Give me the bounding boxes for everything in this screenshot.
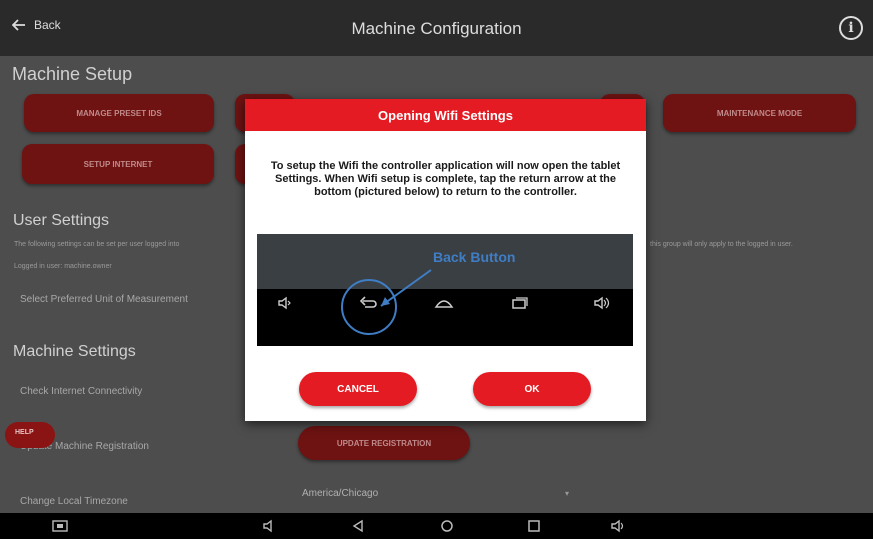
user-settings-description: The following settings can be set per us…	[14, 241, 180, 248]
info-icon[interactable]: i	[839, 16, 863, 40]
app-header: Back Machine Configuration i	[0, 0, 873, 56]
timezone-label: Change Local Timezone	[20, 496, 128, 507]
home-icon	[434, 300, 454, 308]
screenshot-icon[interactable]	[52, 519, 68, 533]
volume-up-icon	[594, 296, 610, 310]
unit-of-measurement-label: Select Preferred Unit of Measurement	[20, 294, 188, 305]
user-settings-heading: User Settings	[13, 212, 110, 229]
machine-setup-heading: Machine Setup	[12, 64, 133, 84]
back-icon[interactable]	[352, 519, 364, 533]
ok-button[interactable]: OK	[473, 372, 591, 406]
timezone-select[interactable]: America/Chicago	[302, 488, 378, 499]
setup-internet-button[interactable]: SETUP INTERNET	[22, 144, 214, 184]
logged-in-user-text: Logged in user: machine.owner	[14, 263, 112, 270]
system-navigation-bar	[0, 513, 873, 539]
recent-apps-icon[interactable]	[527, 519, 541, 533]
home-icon[interactable]	[440, 519, 454, 533]
manage-preset-ids-button[interactable]: MANAGE PRESET IDS	[24, 94, 214, 132]
cancel-button[interactable]: CANCEL	[299, 372, 417, 406]
maintenance-mode-button[interactable]: MAINTENANCE MODE	[663, 94, 856, 132]
user-settings-description-continued: this group will only apply to the logged…	[650, 241, 793, 248]
update-registration-button[interactable]: UPDATE REGISTRATION	[298, 426, 470, 460]
wifi-settings-dialog: Opening Wifi Settings To setup the Wifi …	[245, 99, 646, 421]
volume-up-icon[interactable]	[611, 519, 627, 533]
back-arrow-icon	[359, 296, 377, 308]
callout-arrow-icon	[341, 269, 432, 335]
dialog-title: Opening Wifi Settings	[245, 99, 646, 131]
navigation-bar-illustration: Back Button	[257, 234, 633, 346]
dialog-message: To setup the Wifi the controller applica…	[270, 160, 621, 198]
dropdown-caret-icon[interactable]: ▾	[565, 489, 569, 498]
volume-down-icon	[278, 296, 291, 310]
machine-settings-heading: Machine Settings	[13, 343, 136, 360]
help-tab[interactable]: HELP	[5, 422, 55, 448]
check-connectivity-label[interactable]: Check Internet Connectivity	[20, 386, 142, 397]
volume-down-icon[interactable]	[262, 519, 276, 533]
page-title: Machine Configuration	[351, 19, 522, 38]
recent-apps-icon	[512, 297, 528, 309]
